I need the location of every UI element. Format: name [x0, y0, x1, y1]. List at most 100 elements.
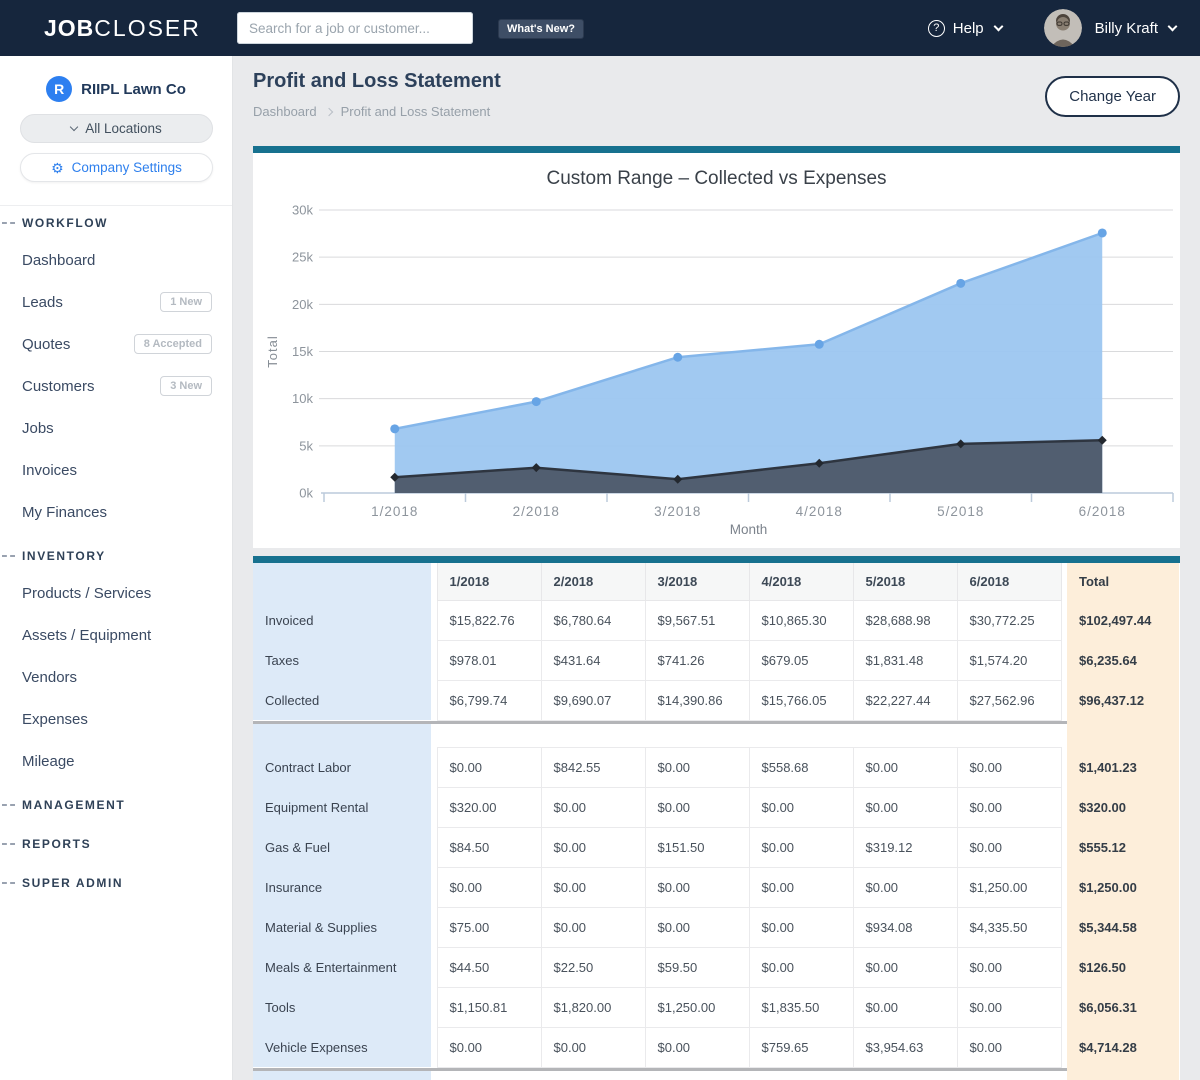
user-avatar[interactable] — [1044, 9, 1082, 47]
section-dash-icon — [2, 882, 15, 884]
cell-value: $320.00 — [437, 787, 541, 827]
company-settings-button[interactable]: ⚙ Company Settings — [20, 153, 213, 182]
cell-value: $0.00 — [645, 787, 749, 827]
row-total: $6,235.64 — [1067, 640, 1179, 680]
cell-value: $0.00 — [749, 947, 853, 987]
sidebar-section-inventory[interactable]: INVENTORY — [0, 539, 232, 572]
locations-dropdown[interactable]: All Locations — [20, 114, 213, 143]
cell-value: $0.00 — [749, 907, 853, 947]
spacer-row — [253, 724, 1179, 747]
pnl-table-card: 1/20182/20183/20184/20185/20186/2018Tota… — [253, 556, 1180, 1080]
cell-value: $0.00 — [749, 787, 853, 827]
cell-value: $1,250.00 — [957, 867, 1061, 907]
row-total: $6,056.31 — [1067, 987, 1179, 1027]
x-tick-label: 2/2018 — [513, 504, 560, 519]
search-input[interactable] — [237, 12, 473, 44]
y-tick-label: 15k — [292, 344, 313, 359]
chevron-down-icon[interactable] — [993, 21, 1003, 31]
series-collected-marker — [390, 424, 399, 433]
sidebar-item-badge: 3 New — [160, 376, 212, 396]
sidebar-nav: WORKFLOWDashboardLeads1 NewQuotes8 Accep… — [0, 205, 232, 899]
sidebar-item-invoices[interactable]: Invoices — [0, 449, 232, 491]
row-label: Taxes — [253, 640, 431, 680]
cell-value: $0.00 — [853, 787, 957, 827]
row-label: Meals & Entertainment — [253, 947, 431, 987]
row-total: $126.50 — [1067, 947, 1179, 987]
sidebar-section-super-admin[interactable]: SUPER ADMIN — [0, 866, 232, 899]
series-collected-marker — [815, 340, 824, 349]
sidebar-section-workflow[interactable]: WORKFLOW — [0, 206, 232, 239]
row-label: Material & Supplies — [253, 907, 431, 947]
table-row-contract-labor: Contract Labor$0.00$842.55$0.00$558.68$0… — [253, 747, 1179, 787]
column-header: 3/2018 — [645, 563, 749, 600]
cell-value: $934.08 — [853, 907, 957, 947]
cell-value: $3,954.63 — [853, 1027, 957, 1067]
settings-label: Company Settings — [72, 160, 182, 175]
y-tick-label: 0k — [299, 486, 313, 501]
row-label-header — [253, 563, 431, 600]
column-header: 5/2018 — [853, 563, 957, 600]
sidebar-item-jobs[interactable]: Jobs — [0, 407, 232, 449]
sidebar-item-vendors[interactable]: Vendors — [0, 656, 232, 698]
section-dash-icon — [2, 843, 15, 845]
column-header: 1/2018 — [437, 563, 541, 600]
sidebar-item-expenses[interactable]: Expenses — [0, 698, 232, 740]
app-logo[interactable]: JOBCLOSER — [44, 0, 201, 56]
row-label: Collected — [253, 680, 431, 720]
sidebar-item-badge: 8 Accepted — [134, 334, 212, 354]
cell-value: $741.26 — [645, 640, 749, 680]
cell-value: $14,390.86 — [645, 680, 749, 720]
logo-bold: JOB — [44, 15, 94, 41]
cell-value: $28,688.98 — [853, 600, 957, 640]
whats-new-badge[interactable]: What's New? — [498, 19, 584, 39]
x-tick-label: 6/2018 — [1079, 504, 1126, 519]
cell-value: $22,227.44 — [853, 680, 957, 720]
sidebar-section-reports[interactable]: REPORTS — [0, 827, 232, 860]
cell-value: $75.00 — [437, 907, 541, 947]
cell-value: $0.00 — [645, 867, 749, 907]
series-collected-marker — [956, 279, 965, 288]
cell-value: $0.00 — [541, 1027, 645, 1067]
sidebar-item-assets-equipment[interactable]: Assets / Equipment — [0, 614, 232, 656]
sidebar-item-dashboard[interactable]: Dashboard — [0, 239, 232, 281]
cell-value: $30,772.25 — [957, 600, 1061, 640]
sidebar-item-mileage[interactable]: Mileage — [0, 740, 232, 782]
cell-value: $1,831.48 — [853, 640, 957, 680]
avatar-photo — [1044, 9, 1082, 47]
row-total: $1,250.00 — [1067, 867, 1179, 907]
table-row-invoiced: Invoiced$15,822.76$6,780.64$9,567.51$10,… — [253, 600, 1179, 640]
help-menu[interactable]: Help — [953, 20, 984, 37]
sidebar-item-customers[interactable]: Customers3 New — [0, 365, 232, 407]
user-menu[interactable]: Billy Kraft — [1095, 20, 1158, 37]
sidebar-item-leads[interactable]: Leads1 New — [0, 281, 232, 323]
breadcrumb-dashboard[interactable]: Dashboard — [253, 104, 317, 119]
row-label: Tools — [253, 987, 431, 1027]
cell-value: $9,567.51 — [645, 600, 749, 640]
cell-value: $978.01 — [437, 640, 541, 680]
row-total: $96,437.12 — [1067, 680, 1179, 720]
cell-value: $759.65 — [749, 1027, 853, 1067]
logo-light: CLOSER — [94, 15, 201, 41]
sidebar-section-management[interactable]: MANAGEMENT — [0, 788, 232, 821]
breadcrumb-chevron-icon — [324, 108, 332, 116]
sidebar-item-products-services[interactable]: Products / Services — [0, 572, 232, 614]
chevron-down-icon — [70, 123, 78, 131]
company-name: RIIPL Lawn Co — [81, 81, 186, 98]
cell-value: $1,250.00 — [645, 987, 749, 1027]
sidebar-item-my-finances[interactable]: My Finances — [0, 491, 232, 533]
section-dash-icon — [2, 804, 15, 806]
series-collected-marker — [1098, 228, 1107, 237]
change-year-button[interactable]: Change Year — [1045, 76, 1180, 117]
chevron-down-icon[interactable] — [1168, 21, 1178, 31]
y-tick-label: 20k — [292, 297, 313, 312]
chart-card: Custom Range – Collected vs Expenses 0k5… — [253, 146, 1180, 548]
cell-value: $15,822.76 — [437, 600, 541, 640]
x-tick-label: 3/2018 — [654, 504, 701, 519]
pnl-table: 1/20182/20183/20184/20185/20186/2018Tota… — [253, 563, 1179, 1080]
table-row-collected: Collected$6,799.74$9,690.07$14,390.86$15… — [253, 680, 1179, 720]
cell-value: $558.68 — [749, 747, 853, 787]
x-tick-label: 1/2018 — [371, 504, 418, 519]
cell-value: $0.00 — [853, 947, 957, 987]
sidebar-item-quotes[interactable]: Quotes8 Accepted — [0, 323, 232, 365]
cell-value: $44.50 — [437, 947, 541, 987]
